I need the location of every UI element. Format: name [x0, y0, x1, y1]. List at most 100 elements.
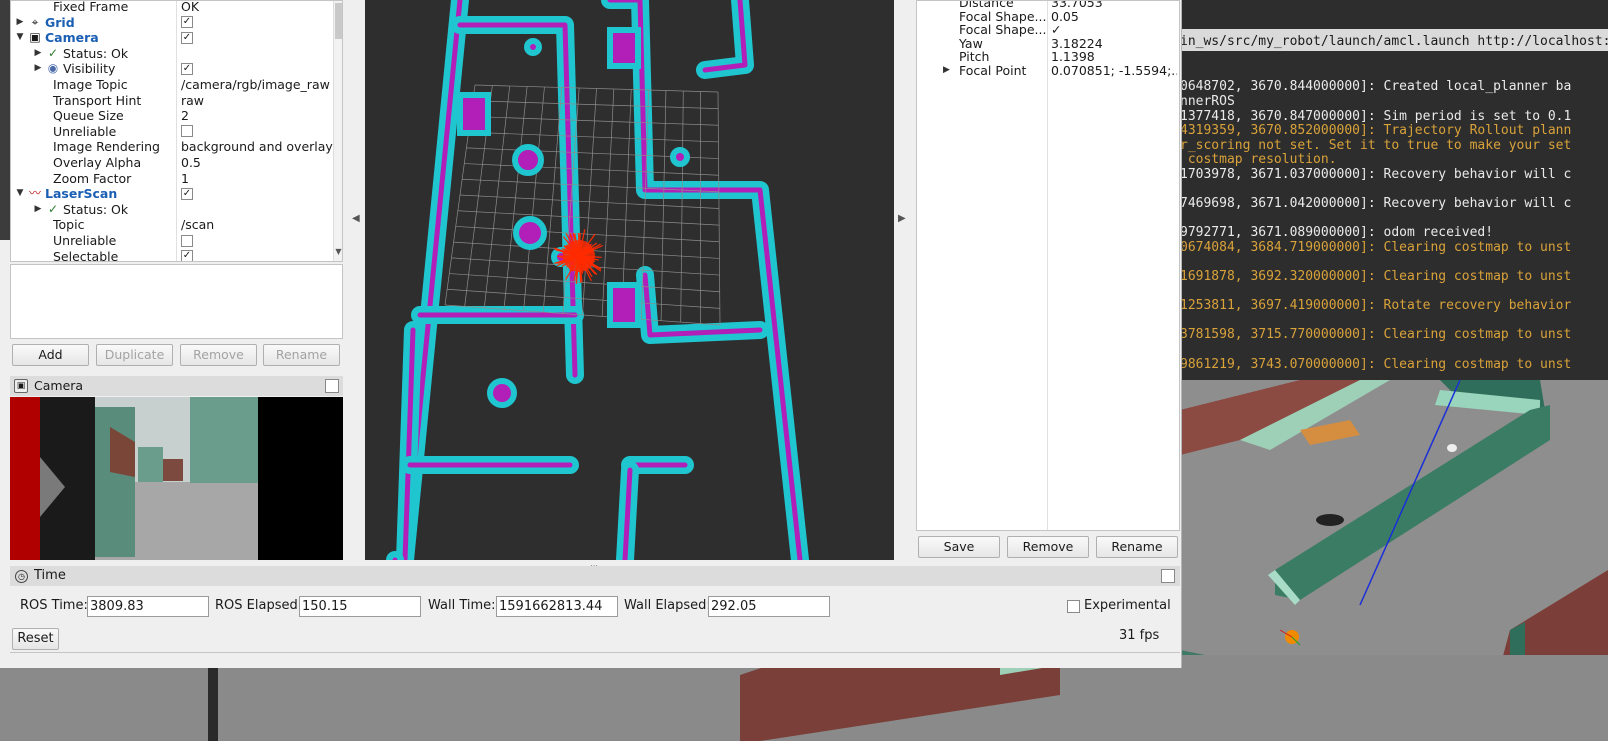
display-row[interactable]: ▼ ▣ Camera ✓: [11, 30, 333, 46]
terminal-line: 0674084, 3684.719000000]: Clearing costm…: [1180, 239, 1572, 255]
displays-tree[interactable]: Fixed Frame OK ▶ ⌖ Grid ✓ ▼ ▣ Camera ✓ ▶ ✓ Status: O…: [10, 0, 343, 262]
rename-display-button[interactable]: Rename: [263, 344, 340, 366]
terminal-window[interactable]: in_ws/src/my_robot/launch/amcl.launch ht…: [1180, 0, 1608, 380]
display-row-value[interactable]: 2: [181, 108, 189, 124]
ros-elapsed-field[interactable]: 150.15: [299, 596, 421, 617]
wall-elapsed-field[interactable]: 292.05: [708, 596, 830, 617]
terminal-line: 1691878, 3692.320000000]: Clearing costm…: [1180, 269, 1572, 285]
rename-view-button[interactable]: Rename: [1096, 536, 1178, 558]
map-3d-view[interactable]: [365, 0, 894, 560]
view-property-row[interactable]: Focal Shape... ✓: [917, 23, 1179, 37]
display-row[interactable]: ▶ ⌖ Grid ✓: [11, 15, 333, 31]
display-row-checkbox[interactable]: ✓: [181, 15, 193, 31]
view-property-value[interactable]: 1.1398: [1051, 50, 1177, 64]
display-row[interactable]: Zoom Factor 1: [11, 171, 333, 187]
remove-view-button[interactable]: Remove: [1007, 536, 1089, 558]
display-row-name: LaserScan: [45, 186, 118, 202]
display-description-box: [10, 264, 343, 339]
display-row-value[interactable]: /scan: [181, 217, 214, 233]
expand-right-icon[interactable]: ▶: [33, 202, 43, 218]
display-row-checkbox[interactable]: [181, 124, 193, 140]
scroll-down-icon[interactable]: ▼: [334, 247, 342, 256]
display-row-name: Fixed Frame: [53, 0, 129, 14]
expand-down-icon[interactable]: ▼: [15, 186, 25, 202]
display-row-checkbox[interactable]: [181, 233, 193, 249]
wall-time-field[interactable]: 1591662813.44: [496, 596, 618, 617]
terminal-line: 7469698, 3671.042000000]: Recovery behav…: [1180, 196, 1572, 212]
display-row-name: Transport Hint: [53, 92, 142, 108]
display-row-value[interactable]: OK: [181, 1, 199, 15]
costmap-obstacle: [512, 144, 544, 176]
display-row-name: Status: Ok: [63, 201, 129, 217]
view-property-value[interactable]: 0.05: [1051, 10, 1177, 24]
expand-right-icon[interactable]: ▶: [33, 46, 43, 62]
costmap-obstacle: [670, 147, 690, 167]
terminal-output: 0648702, 3670.844000000]: Created local_…: [1180, 80, 1608, 380]
display-row-value[interactable]: /camera/rgb/image_raw: [181, 77, 330, 93]
camera-panel-icon: ▣: [14, 379, 28, 393]
display-row[interactable]: Unreliable: [11, 124, 333, 140]
experimental-checkbox[interactable]: [1067, 600, 1080, 613]
display-row[interactable]: Topic/scan: [11, 217, 333, 233]
fps-counter: 31 fps: [1119, 628, 1160, 643]
display-row-checkbox[interactable]: ✓: [181, 61, 193, 77]
collapse-right-icon[interactable]: ▶: [898, 213, 906, 224]
view-property-value[interactable]: ✓: [1051, 23, 1177, 37]
display-row-checkbox[interactable]: ✓: [181, 30, 193, 46]
remove-display-button[interactable]: Remove: [180, 344, 257, 366]
left-strip: [0, 0, 10, 240]
expand-right-icon[interactable]: ▶: [15, 15, 25, 31]
duplicate-display-button[interactable]: Duplicate: [96, 344, 173, 366]
time-panel-float-button[interactable]: [1161, 569, 1175, 583]
displays-scrollbar[interactable]: ▼: [333, 1, 342, 261]
display-row-checkbox[interactable]: ✓: [181, 249, 193, 261]
display-row[interactable]: Unreliable: [11, 233, 333, 249]
scrollbar-thumb[interactable]: [335, 3, 342, 39]
display-row[interactable]: Fixed Frame OK: [11, 0, 333, 15]
views-panel[interactable]: Distance 33.7053 Focal Shape... 0.05 Focal S…: [916, 0, 1180, 531]
expand-right-icon[interactable]: ▶: [33, 61, 43, 77]
display-row-name: Status: Ok: [63, 45, 129, 61]
display-row-value[interactable]: raw: [181, 93, 204, 109]
save-view-button[interactable]: Save: [918, 536, 1000, 558]
display-row-name: Topic: [53, 217, 85, 233]
display-row-value[interactable]: background and overlay: [181, 139, 333, 155]
display-row-name: Zoom Factor: [53, 170, 132, 186]
display-row[interactable]: Overlay Alpha 0.5: [11, 155, 333, 171]
terminal-line: 0648702, 3670.844000000]: Created local_…: [1180, 79, 1572, 95]
display-row[interactable]: Image Rendering background and overlay: [11, 139, 333, 155]
view-property-row[interactable]: Distance 33.7053: [917, 1, 1179, 10]
costmap-obstacle: [607, 27, 641, 69]
display-row[interactable]: Queue Size 2: [11, 108, 333, 124]
view-property-value[interactable]: 0.070851; -1.5594;...: [1051, 64, 1177, 78]
view-property-row[interactable]: ▶ Focal Point 0.070851; -1.5594;...: [917, 64, 1179, 78]
display-row[interactable]: Transport Hint raw: [11, 93, 333, 109]
view-property-row[interactable]: Yaw 3.18224: [917, 37, 1179, 51]
display-row[interactable]: ▶ ✓ Status: Ok: [11, 202, 333, 218]
ros-time-label: ROS Time:: [20, 598, 88, 613]
display-row-value[interactable]: 1: [181, 171, 189, 187]
display-row[interactable]: Selectable ✓: [11, 249, 333, 261]
view-property-value[interactable]: 3.18224: [1051, 37, 1177, 51]
expand-right-icon[interactable]: ▶: [943, 64, 950, 78]
view-property-row[interactable]: Pitch 1.1398: [917, 50, 1179, 64]
ros-time-field[interactable]: 3809.83: [87, 596, 209, 617]
collapse-left-icon[interactable]: ◀: [352, 213, 360, 224]
display-row-value[interactable]: 0.5: [181, 155, 201, 171]
display-row[interactable]: ▼ 〰 LaserScan ✓: [11, 186, 333, 202]
display-row[interactable]: ▶ ✓ Status: Ok: [11, 46, 333, 62]
display-row[interactable]: Image Topic/camera/rgb/image_raw: [11, 77, 333, 93]
view-property-row[interactable]: Focal Shape... 0.05: [917, 10, 1179, 24]
display-row-checkbox[interactable]: ✓: [181, 186, 193, 202]
display-row[interactable]: ▶ ◉ Visibility ✓: [11, 61, 333, 77]
add-display-button[interactable]: Add: [12, 344, 89, 366]
camera-panel-float-button[interactable]: [325, 379, 339, 393]
display-row-name: Overlay Alpha: [53, 155, 142, 170]
reset-button[interactable]: Reset: [12, 628, 59, 650]
expand-down-icon[interactable]: ▼: [15, 30, 25, 46]
view-property-value[interactable]: 33.7053: [1051, 1, 1177, 10]
costmap-obstacle: [524, 38, 542, 56]
